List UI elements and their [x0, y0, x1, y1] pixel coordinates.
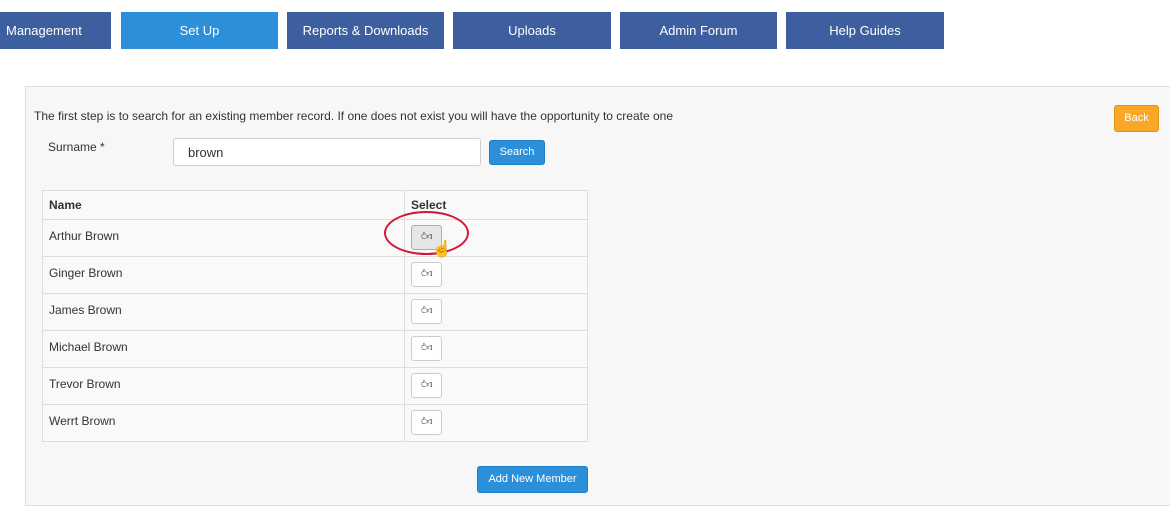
table-row: Werrt Brown 👍︎ [42, 404, 588, 442]
search-button[interactable]: Search [489, 140, 545, 165]
table-row: Trevor Brown 👍︎ [42, 367, 588, 405]
column-header-name: Name [42, 190, 405, 220]
member-results-table: Name Select Arthur Brown 👍︎ Ginger Brown… [42, 190, 588, 442]
member-name: James Brown [42, 293, 405, 331]
nav-tab-help-guides[interactable]: Help Guides [786, 12, 944, 49]
thumbs-up-icon: 👍︎ [420, 379, 433, 391]
select-member-button[interactable]: 👍︎ [411, 336, 442, 361]
thumbs-up-icon: 👍︎ [420, 305, 433, 317]
select-cell: 👍︎ [404, 404, 588, 442]
table-row: Arthur Brown 👍︎ [42, 219, 588, 257]
add-new-member-button[interactable]: Add New Member [477, 466, 588, 493]
member-name: Michael Brown [42, 330, 405, 368]
select-member-button[interactable]: 👍︎ [411, 225, 442, 250]
select-cell: 👍︎ [404, 330, 588, 368]
member-name: Trevor Brown [42, 367, 405, 405]
member-name: Arthur Brown [42, 219, 405, 257]
thumbs-up-icon: 👍︎ [420, 416, 433, 428]
table-header-row: Name Select [42, 190, 588, 220]
select-cell: 👍︎ [404, 293, 588, 331]
thumbs-up-icon: 👍︎ [420, 268, 433, 280]
member-name: Werrt Brown [42, 404, 405, 442]
select-member-button[interactable]: 👍︎ [411, 410, 442, 435]
nav-tab-uploads[interactable]: Uploads [453, 12, 611, 49]
thumbs-up-icon: 👍︎ [420, 231, 433, 243]
surname-input[interactable] [173, 138, 481, 166]
select-cell: 👍︎ [404, 219, 588, 257]
nav-tab-admin-forum[interactable]: Admin Forum [620, 12, 777, 49]
intro-text: The first step is to search for an exist… [34, 109, 673, 123]
select-member-button[interactable]: 👍︎ [411, 299, 442, 324]
surname-label: Surname * [48, 140, 105, 154]
table-row: Ginger Brown 👍︎ [42, 256, 588, 294]
select-cell: 👍︎ [404, 367, 588, 405]
thumbs-up-icon: 👍︎ [420, 342, 433, 354]
table-row: James Brown 👍︎ [42, 293, 588, 331]
select-member-button[interactable]: 👍︎ [411, 373, 442, 398]
nav-tab-management[interactable]: Management [0, 12, 111, 49]
nav-tab-reports-downloads[interactable]: Reports & Downloads [287, 12, 444, 49]
table-row: Michael Brown 👍︎ [42, 330, 588, 368]
back-button[interactable]: Back [1114, 105, 1159, 132]
select-member-button[interactable]: 👍︎ [411, 262, 442, 287]
select-cell: 👍︎ [404, 256, 588, 294]
column-header-select: Select [404, 190, 588, 220]
member-name: Ginger Brown [42, 256, 405, 294]
nav-tab-set-up[interactable]: Set Up [121, 12, 278, 49]
